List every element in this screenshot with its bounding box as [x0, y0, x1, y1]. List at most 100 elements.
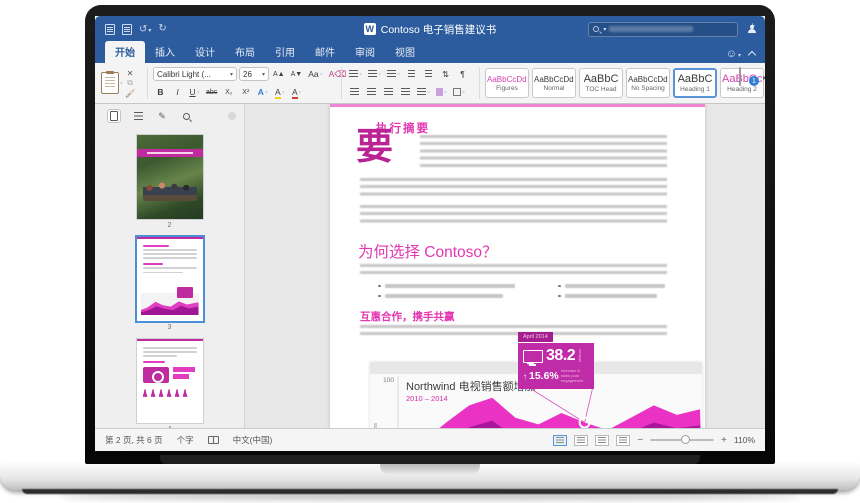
chevron-down-icon: ▾: [427, 89, 431, 96]
chevron-down-icon: ▾: [319, 71, 323, 78]
page-thumbnails-icon: [110, 111, 118, 121]
page-thumbnail-current[interactable]: [136, 237, 203, 321]
undo-button[interactable]: ↺▾: [139, 24, 151, 35]
style-card-figures[interactable]: AaBbCcDdEeFigures: [485, 68, 529, 98]
zoom-slider-knob[interactable]: [680, 435, 690, 444]
shading-button[interactable]: ▾: [434, 85, 449, 99]
styles-gallery-more-icon[interactable]: ▸: [763, 73, 765, 82]
draft-view-button[interactable]: [616, 434, 631, 446]
zoom-out-button[interactable]: −: [637, 435, 643, 446]
borders-button[interactable]: ▾: [451, 85, 467, 99]
sort-button[interactable]: ⇅: [438, 67, 453, 81]
clear-formatting-button[interactable]: A⌫: [327, 67, 349, 81]
bold-button[interactable]: B: [153, 85, 168, 99]
word-count[interactable]: 个字: [177, 434, 194, 446]
page-thumbnail-cover[interactable]: [136, 135, 203, 219]
line-spacing-icon: [417, 88, 426, 96]
highlight-button[interactable]: A ▾: [272, 85, 287, 99]
grow-font-button[interactable]: A▲: [271, 67, 287, 81]
font-name-select[interactable]: Calibri Light (... ▾: [153, 67, 237, 81]
tv-icon: [523, 349, 543, 366]
search-placeholder-blurred: [609, 26, 694, 32]
ribbon-tab-2[interactable]: 设计: [185, 41, 225, 63]
macbook-lid-notch: [380, 464, 480, 475]
ribbon-tab-0[interactable]: 开始: [105, 41, 145, 63]
search-input[interactable]: ▾: [588, 21, 739, 37]
style-card-normal[interactable]: AaBbCcDdEeNormal: [532, 68, 576, 98]
find-pane-tab[interactable]: [179, 109, 193, 123]
page-thumbnail-infographic[interactable]: [136, 339, 203, 423]
ribbon: ▾ ✕ ⧉ 🖌︎ Calibri Light (... ▾ 26 ▾ A▲ A▼ A…: [95, 63, 765, 104]
thumbnails-pane-tab[interactable]: [107, 109, 121, 123]
align-right-button[interactable]: [381, 85, 396, 99]
bullet-list-icon: [349, 70, 358, 78]
format-painter-button[interactable]: 🖌︎: [125, 88, 135, 98]
chart-subtitle: 2010 – 2014: [406, 394, 448, 403]
style-sample: AaBbCcDdEe: [487, 74, 527, 84]
decrease-indent-icon: [408, 70, 416, 78]
font-color-button[interactable]: A ▾: [289, 85, 304, 99]
style-sample: AaBbCcDdEe: [534, 74, 574, 84]
cut-button[interactable]: ✕: [125, 68, 135, 78]
show-paragraph-marks-button[interactable]: ¶: [455, 67, 470, 81]
superscript-button[interactable]: X²: [238, 85, 253, 99]
ribbon-tab-4[interactable]: 引用: [265, 41, 305, 63]
document-page[interactable]: 执行摘要 要 为何选择 Contoso？ 互惠合作，携手共赢 April 201…: [330, 104, 705, 428]
print-layout-view-button[interactable]: [553, 434, 568, 446]
proofing-icon[interactable]: [207, 436, 219, 444]
shrink-font-button[interactable]: A▼: [289, 67, 305, 81]
review-pane-tab[interactable]: ✎: [155, 109, 169, 123]
print-icon[interactable]: [122, 23, 132, 35]
subscript-button[interactable]: X₂: [221, 85, 236, 99]
style-card-heading-1[interactable]: AaBbC Heading 1: [673, 68, 717, 98]
ribbon-tab-6[interactable]: 审阅: [345, 41, 385, 63]
styles-pane-button[interactable]: 1: [739, 67, 759, 94]
page-indicator[interactable]: 第 2 页, 共 6 页: [105, 434, 163, 446]
justify-button[interactable]: [398, 85, 413, 99]
line-spacing-button[interactable]: ▾: [415, 85, 432, 99]
zoom-in-button[interactable]: +: [721, 435, 727, 446]
ribbon-tab-7[interactable]: 视图: [385, 41, 425, 63]
change-case-button[interactable]: Aa ▾: [306, 67, 324, 81]
share-button[interactable]: +: [748, 21, 757, 33]
style-card-toc-head[interactable]: AaBbC TOC Head: [579, 68, 623, 98]
collapse-ribbon-icon[interactable]: [747, 50, 757, 59]
blurred-paragraph: [360, 264, 667, 277]
bullet-list-button[interactable]: ▾: [347, 67, 364, 81]
align-center-button[interactable]: [364, 85, 379, 99]
chevron-down-icon: ▾: [196, 89, 200, 96]
text-effects-button[interactable]: A ▾: [255, 85, 270, 99]
font-size-select[interactable]: 26 ▾: [239, 67, 269, 81]
multilevel-list-button[interactable]: ▾: [385, 67, 402, 81]
page-accent-rule: [330, 104, 705, 107]
web-layout-view-button[interactable]: [574, 434, 589, 446]
zoom-slider[interactable]: [650, 435, 715, 444]
numbered-list-button[interactable]: ▾: [366, 67, 383, 81]
redo-icon[interactable]: ↻: [158, 24, 166, 34]
decrease-indent-button[interactable]: [404, 67, 419, 81]
style-card-no-spacing[interactable]: AaBbCcDdEeNo Spacing: [626, 68, 670, 98]
language-indicator[interactable]: 中文(中国): [233, 434, 273, 446]
align-center-icon: [367, 88, 376, 96]
ribbon-tab-5[interactable]: 邮件: [305, 41, 345, 63]
save-icon[interactable]: [105, 23, 115, 35]
ribbon-tab-3[interactable]: 布局: [225, 41, 265, 63]
strikethrough-button[interactable]: abc: [204, 85, 219, 99]
callout-date-tag: April 2014: [518, 332, 553, 342]
document-map-tab[interactable]: [131, 109, 145, 123]
align-left-button[interactable]: [347, 85, 362, 99]
outline-view-button[interactable]: [595, 434, 610, 446]
shadow: [60, 494, 800, 500]
copy-button[interactable]: ⧉: [125, 78, 135, 88]
italic-button[interactable]: I: [170, 85, 185, 99]
thumb-page-number: 2: [167, 222, 172, 229]
ribbon-tab-1[interactable]: 插入: [145, 41, 185, 63]
style-label: Normal: [543, 84, 565, 92]
zoom-percentage[interactable]: 110%: [734, 435, 755, 445]
underline-button[interactable]: U ▾: [187, 85, 202, 99]
increase-indent-button[interactable]: [421, 67, 436, 81]
styles-gallery: AaBbCcDdEeFiguresAaBbCcDdEeNormalAaBbCTO…: [485, 68, 764, 98]
feedback-smiley-button[interactable]: ☺▾: [726, 44, 741, 62]
document-canvas[interactable]: 执行摘要 要 为何选择 Contoso？ 互惠合作，携手共赢 April 201…: [245, 104, 765, 428]
paste-button[interactable]: ▾: [101, 71, 123, 94]
